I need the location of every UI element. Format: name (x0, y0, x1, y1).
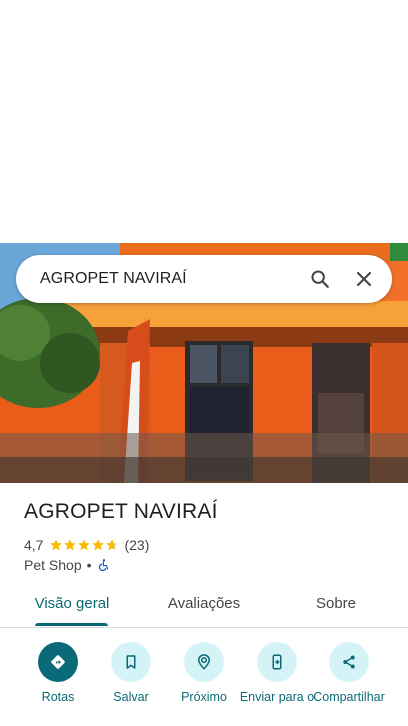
send-to-phone-button[interactable]: Enviar para o (239, 642, 315, 704)
search-button[interactable] (298, 255, 342, 303)
search-icon (311, 270, 329, 288)
tab-about[interactable]: Sobre (300, 583, 372, 627)
rating-stars (49, 538, 119, 552)
save-label: Salvar (113, 690, 149, 704)
search-bar[interactable]: AGROPET NAVIRAÍ (16, 255, 392, 303)
category-row: Pet Shop • (24, 557, 111, 573)
review-count: (23) (124, 537, 150, 553)
place-title: AGROPET NAVIRAÍ (24, 500, 218, 523)
tab-overview[interactable]: Visão geral (26, 583, 118, 627)
nearby-icon (197, 654, 211, 670)
wheelchair-icon (97, 558, 111, 572)
active-tab-indicator (35, 623, 108, 626)
rating-value: 4,7 (24, 537, 44, 553)
send-to-phone-icon (272, 654, 282, 670)
directions-button[interactable]: Rotas (20, 642, 96, 704)
rating-row[interactable]: 4,7 (23) (24, 536, 149, 554)
share-label: Compartilhar (313, 690, 385, 704)
place-tabs: Visão geral Avaliações Sobre (0, 583, 408, 628)
directions-label: Rotas (41, 690, 75, 704)
tab-reviews[interactable]: Avaliações (158, 583, 250, 627)
star-icon (49, 538, 63, 552)
nearby-label: Próximo (181, 690, 227, 704)
share-icon (343, 655, 355, 669)
bookmark-icon (126, 655, 136, 669)
star-icon (105, 538, 119, 552)
search-input[interactable]: AGROPET NAVIRAÍ (16, 270, 298, 288)
star-icon (77, 538, 91, 552)
separator-dot: • (86, 557, 92, 573)
place-category: Pet Shop (24, 557, 82, 573)
action-buttons: Rotas Salvar Próximo Enviar para o Compa… (0, 642, 408, 726)
star-icon (63, 538, 77, 552)
send-to-phone-label: Enviar para o (239, 690, 315, 704)
directions-icon (51, 655, 65, 669)
clear-search-button[interactable] (342, 255, 386, 303)
map-area[interactable] (0, 0, 408, 243)
save-button[interactable]: Salvar (93, 642, 169, 704)
star-icon (91, 538, 105, 552)
nearby-button[interactable]: Próximo (166, 642, 242, 704)
share-button[interactable]: Compartilhar (311, 642, 387, 704)
close-icon (356, 271, 372, 287)
